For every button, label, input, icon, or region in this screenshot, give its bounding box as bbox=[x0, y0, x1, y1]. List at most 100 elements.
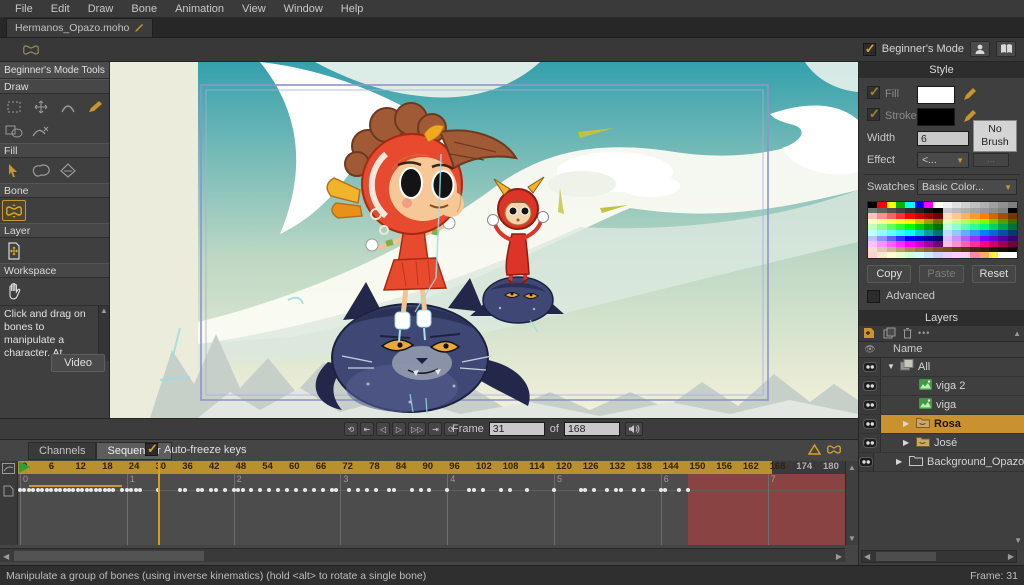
layers-more-button[interactable]: ••• bbox=[918, 328, 930, 338]
keyframe-dot[interactable] bbox=[525, 488, 529, 492]
keyframe-dot[interactable] bbox=[36, 488, 40, 492]
menu-animation[interactable]: Animation bbox=[166, 2, 233, 16]
keyframe-dot[interactable] bbox=[232, 488, 236, 492]
timeline-scroll-right-icon[interactable]: ▶ bbox=[836, 552, 842, 561]
keyframe-dot[interactable] bbox=[49, 488, 53, 492]
scroll-left-icon[interactable]: ◀ bbox=[864, 552, 870, 561]
palette-swatch[interactable] bbox=[933, 252, 942, 258]
canvas-viewport[interactable] bbox=[110, 62, 858, 418]
keyframe-dot[interactable] bbox=[347, 488, 351, 492]
keyframe-dot[interactable] bbox=[94, 488, 98, 492]
expand-arrow-icon[interactable]: ▼ bbox=[887, 362, 896, 371]
palette-swatch[interactable] bbox=[998, 252, 1007, 258]
keyframe-dot[interactable] bbox=[583, 488, 587, 492]
layers-horizontal-scrollbar[interactable]: ◀ ▶ bbox=[861, 550, 1017, 563]
palette-swatch[interactable] bbox=[887, 252, 896, 258]
frame-input[interactable] bbox=[489, 422, 545, 436]
keyframe-dot[interactable] bbox=[40, 488, 44, 492]
keyframe-dot[interactable] bbox=[659, 488, 663, 492]
total-frames-input[interactable] bbox=[564, 422, 620, 436]
step-forward-button[interactable]: ▷▷ bbox=[408, 422, 426, 436]
menu-draw[interactable]: Draw bbox=[79, 2, 123, 16]
menu-view[interactable]: View bbox=[233, 2, 275, 16]
keyframe-dot[interactable] bbox=[125, 488, 129, 492]
expand-arrow-icon[interactable]: ▶ bbox=[903, 419, 912, 428]
keyframe-dot[interactable] bbox=[499, 488, 503, 492]
paste-button[interactable]: Paste bbox=[919, 265, 963, 283]
palette-swatch[interactable] bbox=[1008, 252, 1017, 258]
keyframe-dot[interactable] bbox=[111, 488, 115, 492]
width-input[interactable] bbox=[917, 131, 969, 146]
keyframe-dot[interactable] bbox=[249, 488, 253, 492]
keyframe-dot[interactable] bbox=[392, 488, 396, 492]
tab-channels[interactable]: Channels bbox=[28, 442, 96, 460]
color-palette[interactable] bbox=[867, 201, 1018, 259]
keyframe-dot[interactable] bbox=[330, 488, 334, 492]
mute-button[interactable] bbox=[625, 422, 643, 436]
timeline-scroll-left-icon[interactable]: ◀ bbox=[3, 552, 9, 561]
delete-edge-tool[interactable] bbox=[29, 120, 53, 141]
manipulate-bones-tool[interactable] bbox=[2, 200, 26, 221]
keyframe-dot[interactable] bbox=[138, 488, 142, 492]
palette-swatch[interactable] bbox=[943, 252, 952, 258]
expand-arrow-icon[interactable]: ▶ bbox=[903, 438, 912, 447]
keyframe-dot[interactable] bbox=[472, 488, 476, 492]
keyframe-dot[interactable] bbox=[427, 488, 431, 492]
beginners-mode-checkbox[interactable] bbox=[863, 43, 876, 56]
keyframe-dot[interactable] bbox=[481, 488, 485, 492]
fill-checkbox[interactable] bbox=[867, 86, 880, 99]
keyframe-dot[interactable] bbox=[508, 488, 512, 492]
keyframe-dot[interactable] bbox=[258, 488, 262, 492]
keyframe-dot[interactable] bbox=[303, 488, 307, 492]
keyframe-dot[interactable] bbox=[80, 488, 84, 492]
keyframe-dot[interactable] bbox=[85, 488, 89, 492]
menu-window[interactable]: Window bbox=[275, 2, 332, 16]
help-scrollbar[interactable]: ▲ bbox=[98, 306, 109, 361]
scroll-right-icon[interactable]: ▶ bbox=[1008, 552, 1014, 561]
menu-edit[interactable]: Edit bbox=[42, 2, 79, 16]
palette-swatch[interactable] bbox=[915, 252, 924, 258]
create-shape-tool[interactable] bbox=[29, 160, 53, 181]
visibility-toggle[interactable] bbox=[859, 453, 874, 471]
menu-file[interactable]: File bbox=[6, 2, 42, 16]
duplicate-layer-icon[interactable] bbox=[883, 327, 897, 339]
keyframe-dot[interactable] bbox=[183, 488, 187, 492]
fill-eyedropper-icon[interactable] bbox=[963, 87, 977, 101]
palette-swatch[interactable] bbox=[868, 252, 877, 258]
translate-layer-tool[interactable] bbox=[2, 240, 26, 261]
palette-swatch[interactable] bbox=[961, 252, 970, 258]
select-points-tool[interactable] bbox=[2, 96, 26, 117]
layer-row-background_opazo[interactable]: ▶Background_Opazo bbox=[859, 453, 1024, 472]
keyframe-dot[interactable] bbox=[67, 488, 71, 492]
timeline-vertical-scrollbar[interactable]: ▲ ▼ bbox=[845, 461, 858, 545]
keyframe-dot[interactable] bbox=[63, 488, 67, 492]
transform-points-tool[interactable] bbox=[29, 96, 53, 117]
rewind-loop-button[interactable]: ⟲ bbox=[344, 422, 358, 436]
keyframe-dot[interactable] bbox=[356, 488, 360, 492]
layer-row-viga[interactable]: viga bbox=[859, 396, 1024, 415]
keyframe-dot[interactable] bbox=[374, 488, 378, 492]
effect-more-button[interactable]: ... bbox=[973, 153, 1009, 167]
keyframe-dot[interactable] bbox=[267, 488, 271, 492]
go-to-start-button[interactable]: ⇤ bbox=[360, 422, 374, 436]
keyframe-dot[interactable] bbox=[592, 488, 596, 492]
keyframe-dot[interactable] bbox=[334, 488, 338, 492]
go-to-end-button[interactable]: ⇥ bbox=[428, 422, 442, 436]
keyframe-dot[interactable] bbox=[71, 488, 75, 492]
layer-row-josé[interactable]: ▶José bbox=[859, 434, 1024, 453]
layer-row-rosa[interactable]: ▶Rosa bbox=[859, 415, 1024, 434]
keyframe-dot[interactable] bbox=[663, 488, 667, 492]
keyframe-dot[interactable] bbox=[98, 488, 102, 492]
add-point-tool[interactable] bbox=[56, 96, 80, 117]
keyframe-dot[interactable] bbox=[200, 488, 204, 492]
keyframe-dot[interactable] bbox=[214, 488, 218, 492]
layers-collapse-arrow[interactable]: ▲ bbox=[1013, 329, 1021, 338]
palette-swatch[interactable] bbox=[877, 252, 886, 258]
select-shape-tool[interactable] bbox=[2, 160, 26, 181]
keyframe-dot[interactable] bbox=[27, 488, 31, 492]
copy-button[interactable]: Copy bbox=[867, 265, 911, 283]
keyframe-dot[interactable] bbox=[445, 488, 449, 492]
keyframe-dot[interactable] bbox=[134, 488, 138, 492]
fill-color-swatch[interactable] bbox=[917, 86, 955, 104]
keyframe-dot[interactable] bbox=[605, 488, 609, 492]
